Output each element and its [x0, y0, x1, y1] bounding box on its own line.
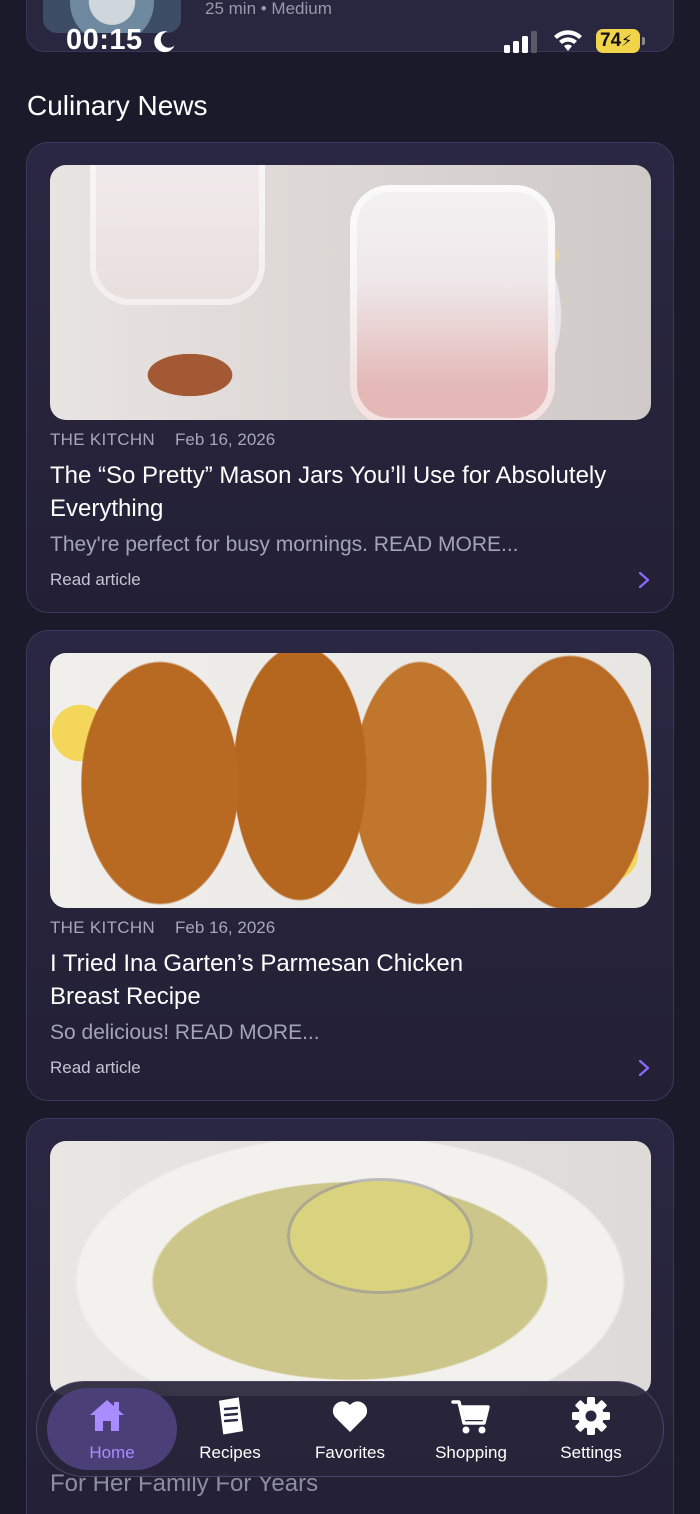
article-image — [50, 653, 651, 908]
home-icon — [90, 1400, 124, 1431]
article-image — [50, 1141, 651, 1396]
article-headline[interactable]: The “So Pretty” Mason Jars You’ll Use fo… — [50, 459, 610, 525]
moon-icon — [154, 31, 175, 53]
article-headline[interactable]: I Tried Ina Garten’s Parmesan Chicken Br… — [50, 947, 520, 1013]
read-article-link[interactable]: Read article — [50, 1058, 141, 1078]
battery-indicator: 74⚡ — [596, 29, 646, 53]
section-title: Culinary News — [27, 90, 208, 121]
tab-settings[interactable]: Settings — [531, 1382, 651, 1478]
tab-shopping[interactable]: Shopping — [411, 1382, 531, 1478]
tab-label: Settings — [560, 1443, 622, 1462]
tab-label: Favorites — [315, 1443, 385, 1462]
read-article-link[interactable]: Read article — [50, 570, 141, 590]
tab-recipes[interactable]: Recipes — [170, 1382, 290, 1478]
gear-icon — [572, 1397, 610, 1435]
article-source: THE KITCHN — [50, 918, 155, 937]
tab-favorites[interactable]: Favorites — [290, 1382, 410, 1478]
article-source: THE KITCHN — [50, 430, 155, 449]
chevron-right-icon[interactable] — [637, 1059, 651, 1077]
tab-home[interactable]: Home — [41, 1382, 177, 1478]
battery-level: 74 — [600, 30, 622, 51]
article-date: Feb 16, 2026 — [175, 918, 276, 937]
status-time: 00:15 — [66, 24, 143, 56]
article-description: They're perfect for busy mornings. READ … — [50, 533, 519, 556]
heart-icon — [332, 1401, 368, 1432]
article-date: Feb 16, 2026 — [175, 430, 276, 449]
article-description: So delicious! READ MORE... — [50, 1021, 320, 1044]
wifi-icon — [554, 30, 582, 51]
bottom-tab-bar: Home Recipes Favorites Shopping Settings — [36, 1381, 664, 1477]
news-card[interactable]: THE KITCHN Feb 16, 2026 I Tried Ina Gart… — [26, 630, 674, 1101]
tab-label: Shopping — [435, 1443, 507, 1462]
recipe-meta: 25 min • Medium — [205, 0, 332, 18]
signal-icon — [504, 31, 537, 53]
chevron-right-icon[interactable] — [637, 571, 651, 589]
cart-icon — [451, 1400, 490, 1434]
article-image — [50, 165, 651, 420]
document-icon — [218, 1397, 244, 1435]
tab-label: Home — [89, 1443, 135, 1462]
news-card[interactable]: THE KITCHN Feb 16, 2026 The “So Pretty” … — [26, 142, 674, 613]
tab-label: Recipes — [199, 1443, 261, 1462]
